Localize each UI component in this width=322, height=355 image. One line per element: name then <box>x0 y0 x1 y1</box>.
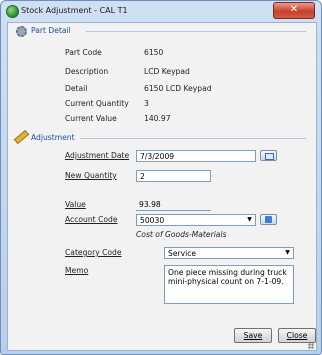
memo-textarea[interactable]: One piece missing during truck mini-phys… <box>164 265 294 304</box>
section-divider <box>80 138 306 139</box>
adjustment-heading: Adjustment <box>31 133 75 142</box>
title-bar[interactable]: Stock Adjustment - CAL T1 ✕ <box>1 1 321 22</box>
current-quantity-label: Current Quantity <box>65 99 129 108</box>
adjustment-date-field[interactable]: 7/3/2009 <box>136 150 256 162</box>
current-value-label: Current Value <box>65 114 117 123</box>
value-field: 93.98 <box>136 199 211 211</box>
resize-grip-icon[interactable] <box>308 343 314 349</box>
chevron-down-icon[interactable]: ▼ <box>245 216 254 224</box>
account-lookup-icon[interactable] <box>260 214 277 225</box>
current-quantity-value: 3 <box>144 99 149 108</box>
close-button[interactable]: Close <box>278 328 316 343</box>
window-title: Stock Adjustment - CAL T1 <box>21 6 128 15</box>
description-value: LCD Keypad <box>144 67 190 76</box>
stock-adjustment-window: Stock Adjustment - CAL T1 ✕ Part Detail … <box>0 0 322 355</box>
value-label: Value <box>65 200 86 209</box>
pencil-icon <box>13 129 30 145</box>
detail-value: 6150 LCD Keypad <box>144 84 212 93</box>
description-label: Description <box>65 67 109 76</box>
part-code-label: Part Code <box>65 48 102 57</box>
app-icon <box>6 5 19 18</box>
chevron-down-icon[interactable]: ▼ <box>283 249 292 257</box>
memo-label: Memo <box>65 266 89 275</box>
account-code-dropdown[interactable]: 50030 ▼ <box>136 214 256 226</box>
part-code-value: 6150 <box>144 48 164 57</box>
category-code-dropdown[interactable]: Service ▼ <box>164 247 294 259</box>
category-code-value: Service <box>168 249 197 258</box>
section-divider <box>86 31 306 32</box>
dialog-body: Part Detail Part Code 6150 Description L… <box>7 22 317 351</box>
window-close-button[interactable]: ✕ <box>273 2 315 19</box>
account-code-value: 50030 <box>140 216 165 225</box>
account-code-label: Account Code <box>65 215 118 224</box>
gear-icon <box>16 26 27 37</box>
part-detail-heading: Part Detail <box>31 26 71 35</box>
save-button[interactable]: Save <box>234 328 272 343</box>
account-description: Cost of Goods-Materials <box>136 230 227 239</box>
new-quantity-field[interactable]: 2 <box>136 170 211 182</box>
new-quantity-label: New Quantity <box>65 171 117 180</box>
detail-label: Detail <box>65 84 88 93</box>
status-bar <box>8 342 316 350</box>
current-value-value: 140.97 <box>144 114 171 123</box>
calendar-icon[interactable] <box>260 150 277 161</box>
adjustment-date-label: Adjustment Date <box>65 151 130 160</box>
category-code-label: Category Code <box>65 248 122 257</box>
